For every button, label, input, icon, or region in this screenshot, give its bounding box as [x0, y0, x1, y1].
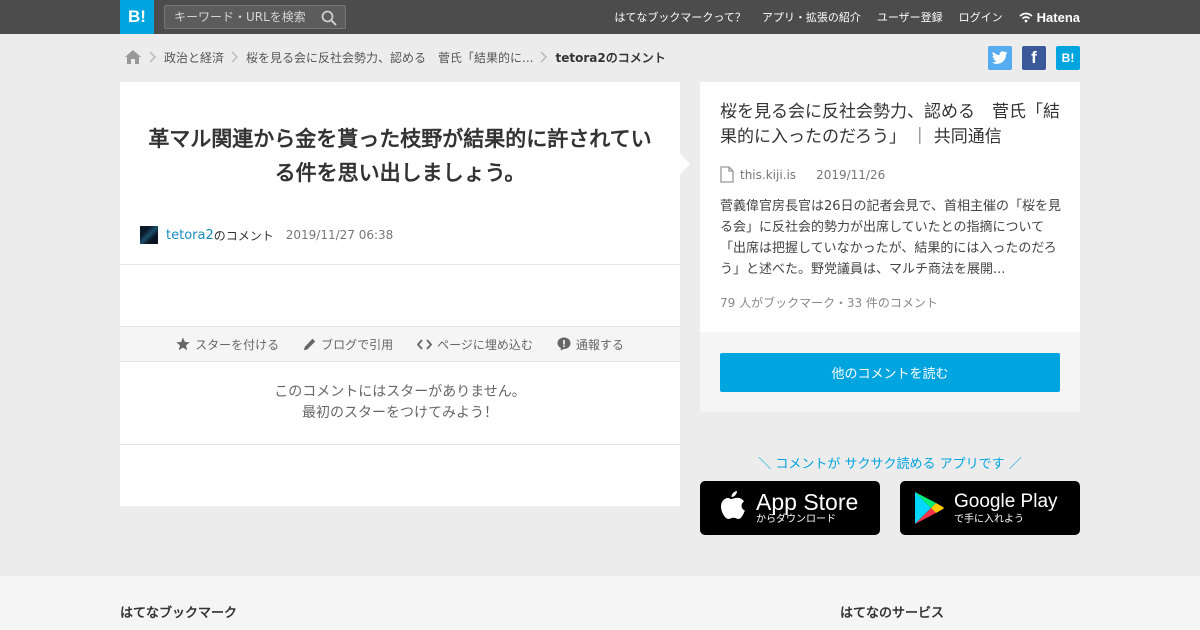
- comment-timestamp[interactable]: 2019/11/27 06:38: [286, 228, 394, 242]
- footer-services-heading: はてなのサービス: [840, 606, 945, 621]
- apple-icon: [721, 491, 745, 519]
- no-star-line2: 最初のスターをつけてみよう！: [302, 405, 498, 421]
- footer-bookmark-heading: はてなブックマーク: [120, 606, 238, 621]
- nav-login[interactable]: ログイン: [959, 9, 1003, 25]
- no-star-line1: このコメントにはスターがありません。: [274, 384, 526, 400]
- app-store-title: App Store: [756, 489, 859, 515]
- report-icon: [557, 337, 571, 351]
- comment-card: 革マル関連から金を貰った枝野が結果的に許されている件を思い出しましょう。 tet…: [120, 82, 690, 506]
- embed-button[interactable]: ページに埋め込む: [417, 336, 533, 353]
- comment-suffix: のコメント: [213, 228, 274, 243]
- entry-date: 2019/11/26: [816, 167, 886, 182]
- read-other-comments-button[interactable]: 他のコメントを読む: [720, 353, 1060, 392]
- facebook-icon: f: [1031, 48, 1037, 67]
- divider: [120, 444, 680, 445]
- chevron-right-icon: [533, 50, 555, 64]
- username-link[interactable]: tetora2: [166, 228, 214, 243]
- top-nav: はてなブックマークって？ アプリ・拡張の紹介 ユーザー登録 ログイン Haten…: [614, 0, 1080, 34]
- nav-register[interactable]: ユーザー登録: [877, 9, 943, 25]
- app-promo-text: ＼ コメントが サクサク読める アプリです ／: [758, 457, 1022, 472]
- facebook-share-button[interactable]: f: [1022, 46, 1046, 70]
- google-play-subtitle: で手に入れよう: [954, 514, 1024, 525]
- code-icon: [417, 338, 433, 350]
- breadcrumb-current: tetora2のコメント: [555, 50, 666, 65]
- star-icon: [176, 337, 190, 351]
- google-play-title: Google Play: [954, 491, 1058, 512]
- report-label: 通報する: [575, 337, 624, 352]
- add-star-label: スターを付ける: [195, 337, 280, 352]
- twitter-icon: [992, 51, 1008, 64]
- nav-about[interactable]: はてなブックマークって？: [614, 9, 745, 25]
- report-button[interactable]: 通報する: [557, 336, 624, 353]
- entry-info: 桜を見る会に反社会勢力、認める 菅氏「結果的に入ったのだろう」 ｜ 共同通信 t…: [700, 82, 1080, 332]
- no-star-message: このコメントにはスターがありません。 最初のスターをつけてみよう！: [120, 382, 680, 424]
- app-store-button[interactable]: App Store からダウンロード: [700, 481, 880, 535]
- comment-author-line: tetora2 のコメント 2019/11/27 06:38: [140, 226, 393, 244]
- document-icon: [720, 166, 734, 183]
- comment-actions: スターを付ける ブログで引用 ページに埋め込む 通報する: [120, 326, 680, 362]
- avatar[interactable]: [140, 226, 158, 244]
- blog-quote-button[interactable]: ブログで引用: [303, 336, 393, 353]
- divider: [120, 264, 680, 265]
- breadcrumb-category[interactable]: 政治と経済: [164, 49, 224, 66]
- entry-title-link[interactable]: 桜を見る会に反社会勢力、認める 菅氏「結果的に入ったのだろう」 ｜ 共同通信: [720, 100, 1064, 150]
- home-icon[interactable]: [124, 49, 142, 65]
- blog-quote-label: ブログで引用: [321, 337, 394, 352]
- top-bar: B! はてなブックマークって？ アプリ・拡張の紹介 ユーザー登録 ログイン Ha…: [0, 0, 1200, 34]
- app-store-subtitle: からダウンロード: [756, 514, 836, 525]
- breadcrumb: 政治と経済 桜を見る会に反社会勢力、認める 菅氏「結果的に... tetora2…: [124, 46, 666, 68]
- hatena-share-button[interactable]: B!: [1056, 46, 1080, 70]
- twitter-share-button[interactable]: [988, 46, 1012, 70]
- entry-meta: this.kiji.is 2019/11/26: [720, 166, 885, 183]
- embed-label: ページに埋め込む: [437, 337, 533, 352]
- google-play-icon: [915, 492, 944, 524]
- entry-card: 桜を見る会に反社会勢力、認める 菅氏「結果的に入ったのだろう」 ｜ 共同通信 t…: [700, 82, 1080, 412]
- search-box[interactable]: [164, 5, 346, 29]
- entry-domain[interactable]: this.kiji.is: [740, 168, 796, 182]
- search-icon[interactable]: [321, 10, 337, 26]
- breadcrumb-entry[interactable]: 桜を見る会に反社会勢力、認める 菅氏「結果的に...: [246, 49, 533, 66]
- search-input[interactable]: [165, 6, 315, 28]
- bookmark-counts: 79 人がブックマーク・33 件のコメント: [720, 296, 938, 310]
- comment-text: 革マル関連から金を貰った枝野が結果的に許されている件を思い出しましょう。: [148, 127, 652, 185]
- card-pointer: [680, 154, 690, 174]
- share-buttons: f B!: [988, 46, 1080, 70]
- nav-apps[interactable]: アプリ・拡張の紹介: [762, 9, 861, 25]
- footer: はてなブックマーク はてなのサービス: [0, 576, 1200, 630]
- chevron-right-icon: [142, 50, 164, 64]
- google-play-button[interactable]: Google Play で手に入れよう: [900, 481, 1080, 535]
- add-star-button[interactable]: スターを付ける: [176, 336, 279, 353]
- hatena-bookmark-logo[interactable]: B!: [120, 0, 154, 34]
- pencil-icon: [304, 338, 316, 350]
- entry-summary: 菅義偉官房長官は26日の記者会見で、首相主催の「桜を見る会」に反社会的勢力が出席…: [720, 199, 1062, 277]
- hatena-link[interactable]: Hatena: [1019, 10, 1080, 25]
- chevron-right-icon: [224, 50, 246, 64]
- hatena-label: Hatena: [1036, 9, 1080, 25]
- hatena-wifi-icon: [1019, 12, 1033, 22]
